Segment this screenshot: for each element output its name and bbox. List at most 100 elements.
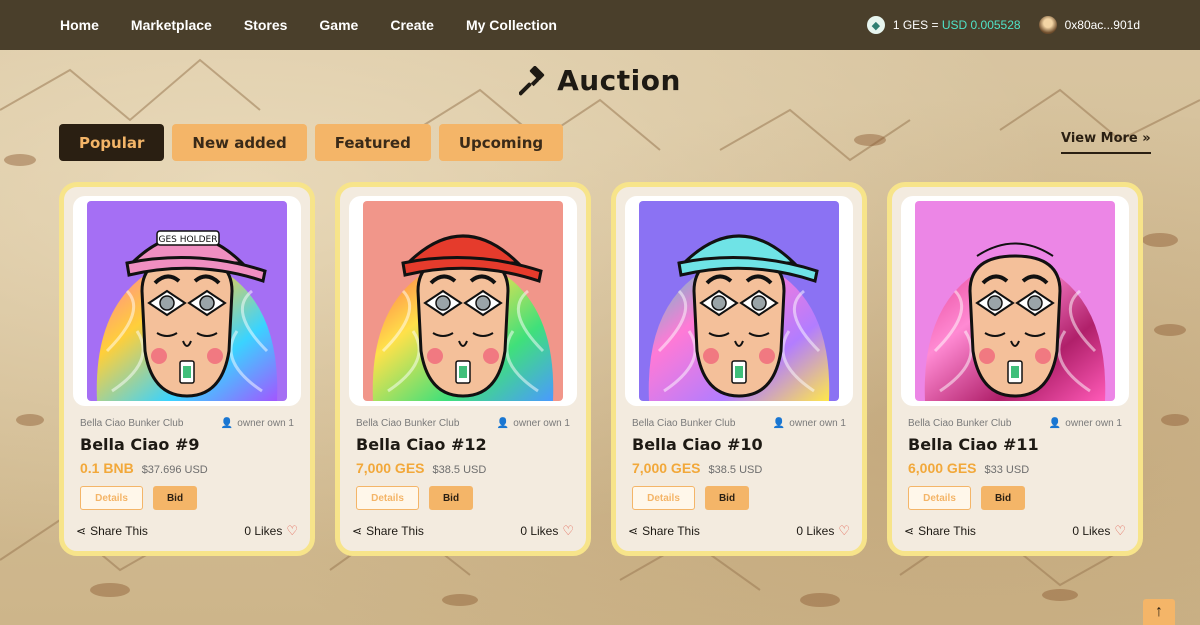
crypto-price: 7,000 GES (356, 460, 425, 476)
owner-text: owner own 1 (1065, 418, 1122, 429)
usd-price: $38.5 USD (708, 464, 763, 476)
share-icon: ⋖ (352, 524, 363, 538)
nav-create[interactable]: Create (390, 17, 434, 33)
share-button[interactable]: ⋖ Share This (904, 523, 976, 539)
owner-info: 👤 owner own 1 (497, 418, 570, 429)
avatar-icon (1038, 16, 1057, 34)
details-button[interactable]: Details (80, 486, 143, 510)
nft-card[interactable]: Bella Ciao Bunker Club 👤 owner own 1 Bell… (335, 182, 591, 556)
share-button[interactable]: ⋖ Share This (352, 523, 424, 539)
heart-icon: ♡ (286, 523, 298, 538)
tab-new-added[interactable]: New added (172, 124, 307, 161)
bid-button[interactable]: Bid (705, 486, 749, 510)
crypto-price: 7,000 GES (632, 460, 701, 476)
usd-price: $38.5 USD (432, 464, 487, 476)
owner-text: owner own 1 (513, 418, 570, 429)
bella-ciao-character (363, 201, 563, 401)
nft-name: Bella Ciao #10 (632, 435, 763, 454)
main-nav: Home Marketplace Stores Game Create My C… (60, 17, 557, 33)
auction-tabs: Popular New added Featured Upcoming (59, 124, 564, 161)
hat-badge-text: GES HOLDER (159, 235, 218, 245)
nft-image[interactable] (639, 201, 839, 401)
owner-text: owner own 1 (237, 418, 294, 429)
share-icon: ⋖ (76, 524, 87, 538)
crypto-price: 6,000 GES (908, 460, 977, 476)
share-button[interactable]: ⋖ Share This (76, 523, 148, 539)
likes-count: 0 Likes (796, 524, 835, 538)
nav-stores[interactable]: Stores (244, 17, 288, 33)
user-icon: 👤 (220, 418, 234, 429)
arrow-up-icon: ↑ (1155, 603, 1163, 620)
section-heading: Auction (0, 64, 1200, 97)
share-button[interactable]: ⋖ Share This (628, 523, 700, 539)
scroll-to-top-button[interactable]: ↑ (1143, 599, 1175, 625)
bid-button[interactable]: Bid (429, 486, 473, 510)
likes-button[interactable]: 0 Likes ♡ (796, 523, 850, 539)
details-button[interactable]: Details (632, 486, 695, 510)
nft-image[interactable] (915, 201, 1115, 401)
bid-button[interactable]: Bid (981, 486, 1025, 510)
user-icon: 👤 (772, 418, 786, 429)
crypto-price: 0.1 BNB (80, 460, 134, 476)
heart-icon: ♡ (838, 523, 850, 538)
wallet-address: 0x80ac...901d (1064, 18, 1140, 32)
tab-featured[interactable]: Featured (314, 124, 431, 161)
nft-image-frame (349, 196, 577, 406)
share-label: Share This (366, 524, 424, 538)
details-button[interactable]: Details (356, 486, 419, 510)
gavel-icon (519, 65, 545, 95)
nav-home[interactable]: Home (60, 17, 99, 33)
nft-image[interactable] (363, 201, 563, 401)
owner-info: 👤 owner own 1 (1049, 418, 1122, 429)
nav-game[interactable]: Game (319, 17, 358, 33)
details-button[interactable]: Details (908, 486, 971, 510)
nft-image-frame: GES HOLDER (73, 196, 301, 406)
section-title: Auction (557, 64, 681, 97)
likes-button[interactable]: 0 Likes ♡ (244, 523, 298, 539)
nav-my-collection[interactable]: My Collection (466, 17, 557, 33)
owner-text: owner own 1 (789, 418, 846, 429)
nav-marketplace[interactable]: Marketplace (131, 17, 212, 33)
nft-name: Bella Ciao #12 (356, 435, 487, 454)
user-icon: 👤 (1048, 418, 1062, 429)
share-icon: ⋖ (904, 524, 915, 538)
likes-count: 0 Likes (1072, 524, 1111, 538)
wallet-account[interactable]: 0x80ac...901d (1038, 16, 1140, 34)
nft-card[interactable]: Bella Ciao Bunker Club 👤 owner own 1 Bell… (611, 182, 867, 556)
bella-ciao-character: GES HOLDER (87, 201, 287, 401)
usd-price: $33 USD (984, 464, 1030, 476)
bella-ciao-character (639, 201, 839, 401)
collection-name: Bella Ciao Bunker Club (632, 418, 736, 429)
share-label: Share This (90, 524, 148, 538)
nft-card[interactable]: Bella Ciao Bunker Club 👤 owner own 1 Bell… (887, 182, 1143, 556)
likes-button[interactable]: 0 Likes ♡ (1072, 523, 1126, 539)
view-more-label: View More (1061, 131, 1138, 146)
view-more-link[interactable]: View More » (1061, 131, 1151, 154)
heart-icon: ♡ (562, 523, 574, 538)
likes-button[interactable]: 0 Likes ♡ (520, 523, 574, 539)
tab-upcoming[interactable]: Upcoming (438, 124, 564, 161)
share-label: Share This (918, 524, 976, 538)
nft-image-frame (625, 196, 853, 406)
nft-name: Bella Ciao #11 (908, 435, 1039, 454)
collection-name: Bella Ciao Bunker Club (356, 418, 460, 429)
bid-button[interactable]: Bid (153, 486, 197, 510)
ges-coin-icon: ◆ (866, 16, 885, 34)
user-icon: 👤 (496, 418, 510, 429)
usd-price: $37.696 USD (141, 464, 208, 476)
heart-icon: ♡ (1114, 523, 1126, 538)
bella-ciao-character (915, 201, 1115, 401)
likes-count: 0 Likes (244, 524, 283, 538)
collection-name: Bella Ciao Bunker Club (80, 418, 184, 429)
share-label: Share This (642, 524, 700, 538)
top-navigation-bar: Home Marketplace Stores Game Create My C… (0, 0, 1200, 50)
header-right: ◆ 1 GES = USD 0.005528 0x80ac...901d (866, 16, 1140, 34)
exchange-rate: ◆ 1 GES = USD 0.005528 (866, 16, 1021, 34)
chevron-right-icon: » (1142, 131, 1151, 146)
nft-image[interactable]: GES HOLDER (87, 201, 287, 401)
auction-card-list: GES HOLDER Bella Ciao Bunker Club 👤 owner… (59, 182, 1143, 556)
owner-info: 👤 owner own 1 (773, 418, 846, 429)
nft-image-frame (901, 196, 1129, 406)
tab-popular[interactable]: Popular (59, 124, 165, 161)
nft-card[interactable]: GES HOLDER Bella Ciao Bunker Club 👤 owner… (59, 182, 315, 556)
